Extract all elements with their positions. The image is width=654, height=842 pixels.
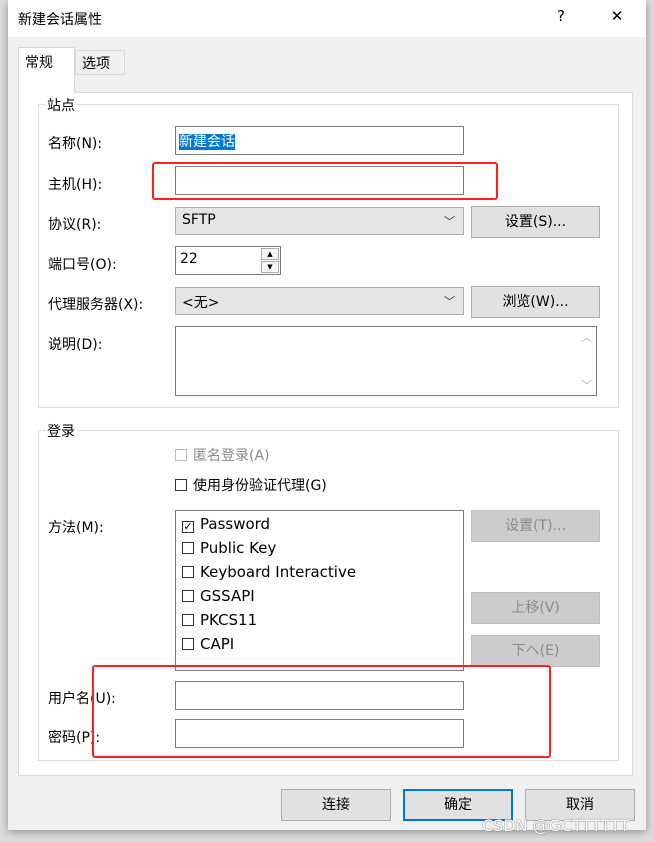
method-label-text: Keyboard Interactive xyxy=(200,563,357,581)
port-spinner[interactable]: 22 ▲ ▼ xyxy=(175,246,281,275)
port-value: 22 xyxy=(180,251,198,267)
chevron-down-icon: ﹀ xyxy=(444,215,455,228)
site-group-label: 站点 xyxy=(45,95,77,115)
description-label: 说明(D): xyxy=(48,337,103,353)
protocol-label: 协议(R): xyxy=(48,217,102,233)
tab-options[interactable]: 选项 xyxy=(75,50,125,75)
proxy-value: <无> xyxy=(182,295,220,311)
close-icon[interactable]: ✕ xyxy=(602,7,632,25)
checkbox-icon xyxy=(182,566,194,578)
protocol-settings-button[interactable]: 设置(S)... xyxy=(471,206,600,238)
method-item-gssapi[interactable]: GSSAPI xyxy=(182,587,255,605)
proxy-select[interactable]: <无> ﹀ xyxy=(175,287,464,315)
method-item-keyboard-interactive[interactable]: Keyboard Interactive xyxy=(182,563,356,581)
method-label-text: GSSAPI xyxy=(200,587,255,605)
method-settings-button[interactable]: 设置(T)... xyxy=(471,510,600,542)
method-label-text: PKCS11 xyxy=(200,611,258,629)
protocol-value: SFTP xyxy=(182,212,216,228)
move-down-button[interactable]: 下へ(E) xyxy=(471,635,600,667)
anonymous-login-label: 匿名登录(A) xyxy=(193,448,270,464)
help-button[interactable]: ? xyxy=(546,7,576,25)
name-input[interactable]: 新建会话 xyxy=(175,126,464,155)
connect-button[interactable]: 连接 xyxy=(281,789,391,821)
username-input[interactable] xyxy=(175,681,464,710)
tab-panel: 站点 名称(N): 新建会话 主机(H): 协议(R): SFTP ﹀ 设置(S)… xyxy=(18,92,633,776)
tab-label: 常规 xyxy=(25,55,53,71)
checkbox-checked-icon: ✓ xyxy=(182,520,194,533)
username-label: 用户名(U): xyxy=(48,691,116,707)
checkbox-icon xyxy=(182,590,194,602)
proxy-browse-button[interactable]: 浏览(W)... xyxy=(471,286,600,318)
method-label-text: Password xyxy=(200,515,271,533)
method-list[interactable]: ✓ Password Public Key Keyboard Interactiv… xyxy=(175,510,464,671)
login-group-label: 登录 xyxy=(45,421,77,441)
method-label-text: CAPI xyxy=(200,635,235,653)
checkbox-icon xyxy=(182,614,194,626)
host-input[interactable] xyxy=(175,166,464,195)
scroll-down-icon[interactable]: ﹀ xyxy=(581,377,592,393)
name-value: 新建会话 xyxy=(179,134,235,150)
protocol-select[interactable]: SFTP ﹀ xyxy=(175,207,464,235)
scroll-up-icon[interactable]: ︿ xyxy=(581,329,592,345)
checkbox-icon xyxy=(175,479,187,491)
name-label: 名称(N): xyxy=(48,136,103,152)
checkbox-icon xyxy=(182,638,194,650)
chevron-down-icon: ﹀ xyxy=(444,295,455,308)
password-label: 密码(P): xyxy=(48,730,101,746)
method-item-password[interactable]: ✓ Password xyxy=(182,515,270,533)
host-label: 主机(H): xyxy=(48,177,103,193)
checkbox-icon xyxy=(175,449,187,461)
spin-down-icon[interactable]: ▼ xyxy=(261,261,279,273)
password-input[interactable] xyxy=(175,719,464,748)
spin-up-icon[interactable]: ▲ xyxy=(261,248,279,260)
port-label: 端口号(O): xyxy=(48,257,117,273)
method-label-text: Public Key xyxy=(200,539,277,557)
watermark: CSDN @GCTTTTTT xyxy=(482,816,630,835)
method-item-capi[interactable]: CAPI xyxy=(182,635,234,653)
move-up-button[interactable]: 上移(V) xyxy=(471,592,600,624)
checkbox-icon xyxy=(182,542,194,554)
auth-agent-label: 使用身份验证代理(G) xyxy=(193,478,327,494)
description-textarea[interactable]: ︿ ﹀ xyxy=(175,326,597,396)
method-item-public-key[interactable]: Public Key xyxy=(182,539,276,557)
title-bar: 新建会话属性 ? ✕ xyxy=(8,0,646,37)
tab-general[interactable]: 常规 xyxy=(18,47,75,93)
session-properties-dialog: 新建会话属性 ? ✕ 常规 选项 站点 名称(N): 新建会话 主机(H): 协… xyxy=(8,0,646,830)
method-label: 方法(M): xyxy=(48,520,104,536)
dialog-title: 新建会话属性 xyxy=(18,12,102,28)
anonymous-login-checkbox[interactable]: 匿名登录(A) xyxy=(175,445,270,465)
proxy-label: 代理服务器(X): xyxy=(48,297,144,313)
method-item-pkcs11[interactable]: PKCS11 xyxy=(182,611,257,629)
auth-agent-checkbox[interactable]: 使用身份验证代理(G) xyxy=(175,475,327,495)
tab-label: 选项 xyxy=(82,56,110,72)
